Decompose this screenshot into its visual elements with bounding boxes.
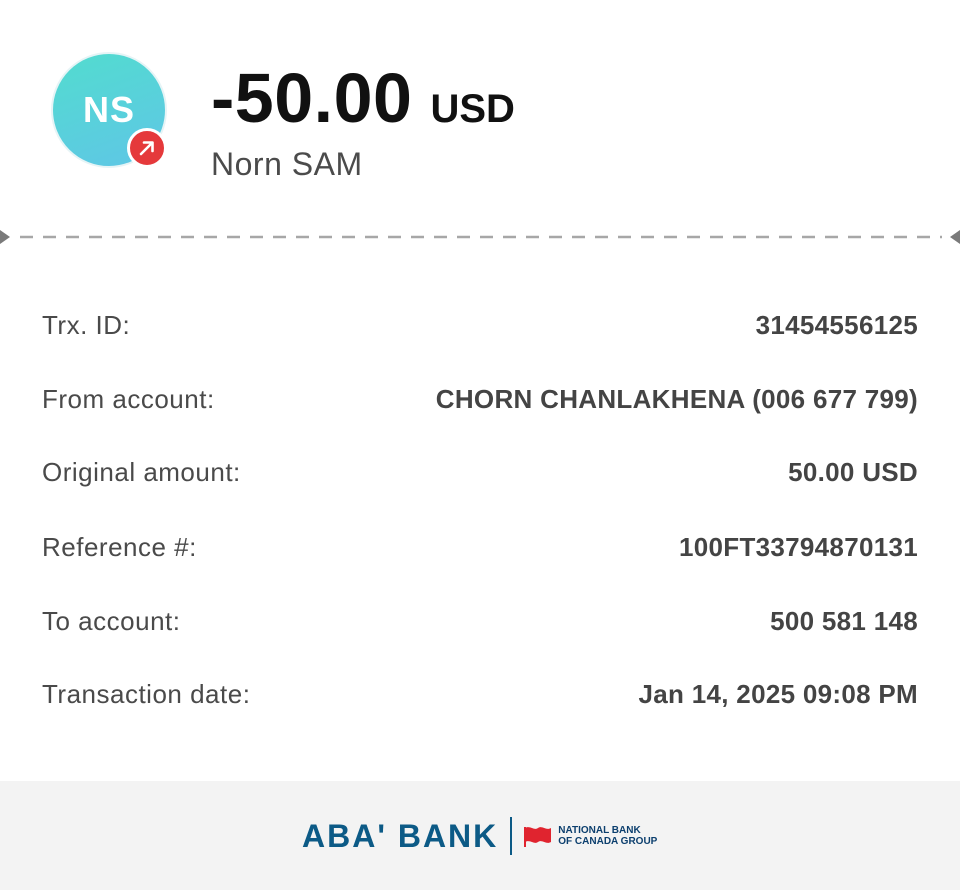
aba-bank-logo: ABA' BANK NATIONAL BANK OF CANADA GROUP — [302, 817, 657, 855]
logo-separator — [510, 817, 513, 855]
detail-row-original-amount: Original amount: 50.00 USD — [42, 450, 918, 494]
partner-line-2: OF CANADA GROUP — [558, 836, 658, 847]
transaction-amount: -50.00 USD — [211, 58, 515, 138]
payee-name: Norn SAM — [211, 146, 363, 182]
detail-label: Original amount: — [42, 456, 241, 487]
outgoing-arrow-icon — [127, 128, 167, 168]
detail-value: CHORN CHANLAKHENA (006 677 799) — [435, 383, 918, 414]
detail-value: Jan 14, 2025 09:08 PM — [638, 678, 918, 709]
detail-label: From account: — [42, 383, 215, 414]
detail-value: 31454556125 — [755, 309, 918, 340]
brand-name: ABA' BANK — [302, 817, 499, 854]
detail-row-to-account: To account: 500 581 148 — [42, 599, 918, 643]
national-bank-flag-icon — [524, 827, 552, 847]
receipt-footer: ABA' BANK NATIONAL BANK OF CANADA GROUP — [0, 781, 960, 890]
perforation-divider — [0, 230, 960, 244]
detail-row-from-account: From account: CHORN CHANLAKHENA (006 677… — [42, 377, 918, 421]
partner-line-1: NATIONAL BANK — [558, 825, 641, 836]
avatar-initials: NS — [82, 89, 135, 130]
detail-label: Transaction date: — [42, 678, 251, 709]
detail-row-trx-id: Trx. ID: 31454556125 — [42, 303, 918, 347]
detail-value: 500 581 148 — [770, 605, 918, 636]
detail-label: Reference #: — [42, 531, 197, 562]
amount-value: -50.00 — [211, 59, 413, 137]
transaction-receipt: NS -50.00 USD Norn SAM Trx. ID: 31454556… — [0, 0, 960, 890]
amount-currency: USD — [430, 87, 515, 131]
detail-label: Trx. ID: — [42, 309, 131, 340]
partner-name: NATIONAL BANK OF CANADA GROUP — [558, 825, 657, 847]
detail-value: 100FT33794870131 — [678, 531, 918, 562]
detail-label: To account: — [42, 605, 181, 636]
detail-row-transaction-date: Transaction date: Jan 14, 2025 09:08 PM — [42, 672, 918, 716]
detail-value: 50.00 USD — [788, 456, 918, 487]
detail-row-reference: Reference #: 100FT33794870131 — [42, 525, 918, 569]
receipt-header: NS -50.00 USD Norn SAM — [0, 0, 960, 237]
